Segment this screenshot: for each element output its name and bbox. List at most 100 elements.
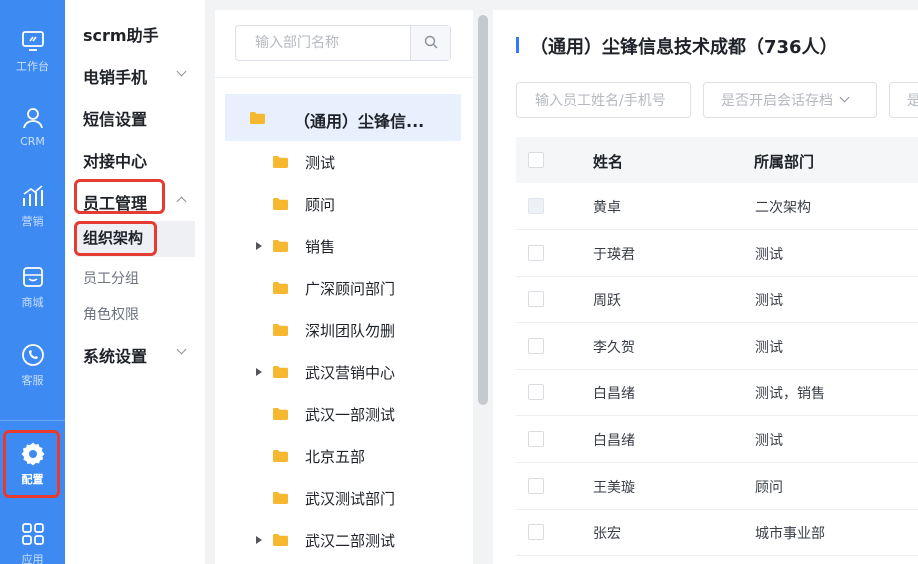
user-icon [20,105,46,131]
folder-icon [273,198,288,210]
title-accent-bar [516,37,519,53]
cell-name: 白昌绪 [593,386,635,402]
table-row[interactable] [516,463,918,509]
caret-right-icon[interactable] [256,368,262,376]
rail-item-service[interactable]: 客服 [0,342,65,412]
folder-icon [273,492,288,504]
folder-icon [273,240,288,252]
cell-name: 李久贺 [593,340,635,356]
filter-select[interactable]: 是 [889,82,918,118]
rail-label: 商城 [21,296,44,309]
rail-label: CRM [20,135,45,148]
department-search-input[interactable] [237,27,409,59]
menu-item-roles[interactable]: 角色权限 [83,304,139,324]
row-checkbox[interactable] [528,291,544,307]
tree-node-label: 广深顾问部门 [305,280,396,298]
row-checkbox[interactable] [528,198,544,214]
department-search [235,25,451,61]
rail-item-marketing[interactable]: 营销 [0,183,65,253]
table-header [516,137,918,183]
folder-icon [273,366,288,378]
row-checkbox[interactable] [528,524,544,540]
menu-item-system[interactable]: 系统设置 [83,343,147,367]
phone-bubble-icon [20,342,46,368]
search-button[interactable] [410,26,450,60]
session-archive-label: 是否开启会话存档 [721,93,833,109]
column-header-dept[interactable]: 所属部门 [754,151,814,172]
menu-item-sms[interactable]: 短信设置 [83,106,147,130]
folder-icon [250,112,265,124]
folder-icon [273,156,288,168]
cell-department: 城市事业部 [755,526,825,542]
folder-icon [273,450,288,462]
rail-item-store[interactable]: 商城 [0,264,65,334]
grid-icon [20,521,46,547]
rail-divider [0,420,65,421]
rail-item-workbench[interactable]: 工作台 [0,28,65,98]
menu-item-integration[interactable]: 对接中心 [83,148,147,172]
bar-chart-icon [20,183,46,209]
cell-department: 测试 [755,433,783,449]
tree-scrollbar[interactable] [478,15,488,405]
table-row[interactable] [516,230,918,276]
tree-node-label: 销售 [305,238,336,256]
tree-node-label: 武汉一部测试 [305,406,396,424]
column-header-name[interactable]: 姓名 [593,151,623,172]
table-row[interactable] [516,369,918,415]
chevron-down-icon [839,92,850,102]
highlight-box-staff [74,179,165,214]
menu-item-scrm[interactable]: scrm助手 [83,22,159,46]
row-checkbox[interactable] [528,431,544,447]
tree-node-label: 武汉测试部门 [305,490,396,508]
cell-department: 测试 [755,340,783,356]
rail-item-crm[interactable]: CRM [0,105,65,175]
rail-label: 客服 [21,374,44,387]
employee-search-input[interactable]: 输入员工姓名/手机号 [516,82,691,118]
caret-right-icon[interactable] [256,242,262,250]
table-row[interactable] [516,509,918,555]
rail-label: 营销 [21,215,44,228]
cell-department: 测试，销售 [755,386,825,402]
row-checkbox[interactable] [528,338,544,354]
folder-icon [273,324,288,336]
search-icon [424,34,438,53]
cell-name: 于瑛君 [593,247,635,263]
row-checkbox[interactable] [528,478,544,494]
divider [215,77,473,78]
cell-name: 张宏 [593,526,621,542]
tree-node-label: 武汉营销中心 [305,364,396,382]
folder-icon [273,534,288,546]
table-row[interactable] [516,323,918,369]
rail-label: 应用 [21,553,44,564]
cell-name: 白昌绪 [593,433,635,449]
folder-icon [273,282,288,294]
highlight-box-config [3,430,60,498]
tree-node-label: （通用）尘锋信... [294,112,425,131]
page-title: （通用）尘锋信息技术成都（736人） [530,37,838,58]
menu-item-phone[interactable]: 电销手机 [83,64,147,88]
table-row[interactable] [516,276,918,322]
row-divider [516,555,918,556]
tree-node-label: 测试 [305,154,336,172]
cell-name: 王美璇 [593,480,635,496]
table-row[interactable] [516,416,918,462]
rail-item-apps[interactable]: 应用 [0,521,65,564]
session-archive-select[interactable]: 是否开启会话存档 [703,82,877,118]
cell-name: 黄卓 [593,200,621,216]
caret-right-icon[interactable] [256,536,262,544]
tree-node-label: 深圳团队勿删 [305,322,396,340]
cell-name: 周跃 [593,293,621,309]
folder-icon [273,408,288,420]
rail-label: 工作台 [16,60,49,73]
menu-item-groups[interactable]: 员工分组 [83,268,139,288]
table-row[interactable] [516,183,918,229]
select-all-checkbox[interactable] [528,152,544,168]
store-icon [20,264,46,290]
cell-department: 顾问 [755,480,783,496]
cell-department: 测试 [755,293,783,309]
tree-node-label: 武汉二部测试 [305,532,396,550]
row-checkbox[interactable] [528,384,544,400]
tree-node-label: 顾问 [305,196,336,214]
cell-department: 二次架构 [755,200,811,216]
row-checkbox[interactable] [528,245,544,261]
